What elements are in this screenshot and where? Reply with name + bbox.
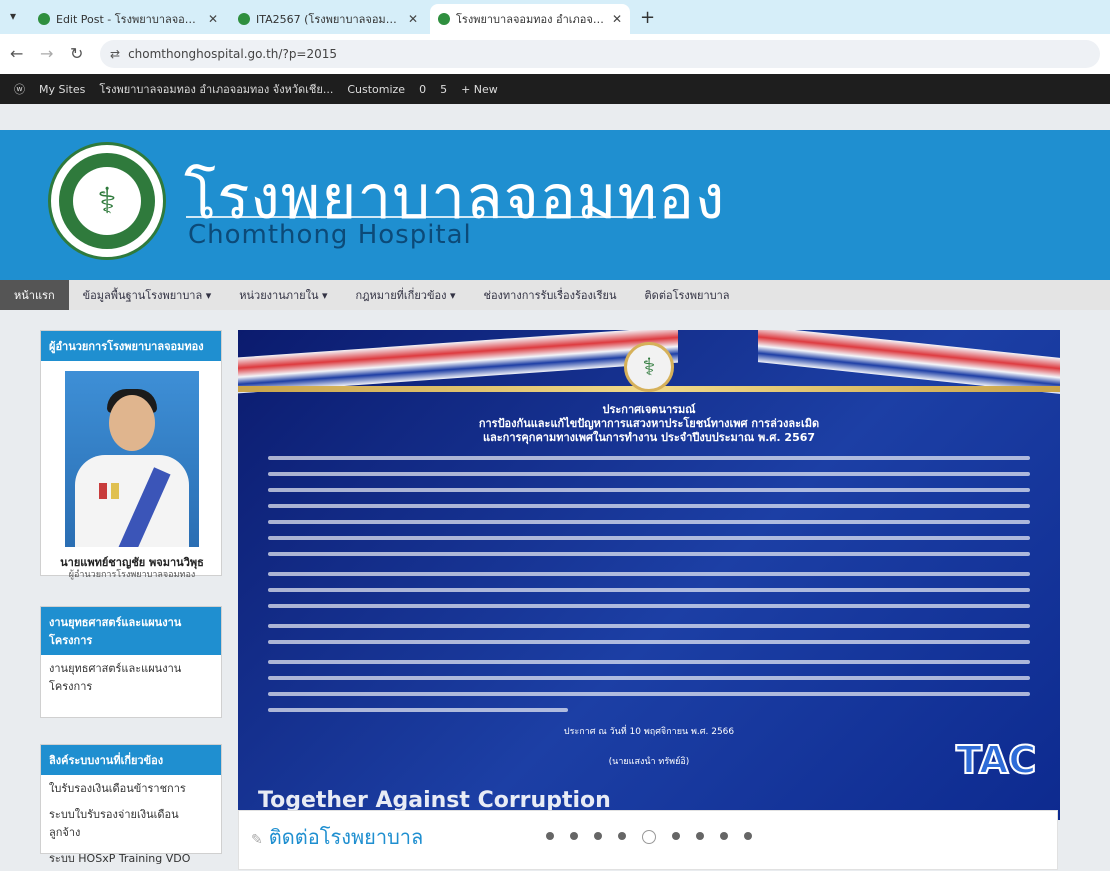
carousel-dot[interactable] [618, 832, 626, 840]
carousel-dot[interactable] [546, 832, 554, 840]
close-tab-icon[interactable]: ✕ [208, 12, 218, 26]
site-favicon-icon [438, 13, 450, 25]
caduceus-icon: ⚕ [97, 180, 117, 222]
menu-item-internal-units[interactable]: หน่วยงานภายใน ▾ [225, 280, 341, 310]
banner-body-text [268, 520, 1030, 524]
admin-comments-count[interactable]: 0 [419, 83, 426, 96]
browser-tab-active[interactable]: โรงพยาบาลจอมทอง อำเภอจอมทอง... ✕ [430, 4, 630, 34]
reload-icon[interactable]: ↻ [70, 44, 83, 63]
carousel-dot[interactable] [672, 832, 680, 840]
carousel-dot[interactable] [570, 832, 578, 840]
announcement-banner-slide[interactable]: ⚕ ประกาศเจตนารมณ์ การป้องกันและแก้ไขปัญห… [238, 330, 1060, 820]
banner-body-text [268, 660, 1030, 664]
banner-body-text [268, 456, 1030, 460]
menu-item-laws[interactable]: กฎหมายที่เกี่ยวข้อง ▾ [342, 280, 470, 310]
tab-title: Edit Post - โรงพยาบาลจอมทอง อำ... [56, 13, 202, 26]
carousel-dot[interactable] [696, 832, 704, 840]
sidebar-link[interactable]: ระบบ HOSxP Training VDO [41, 845, 221, 871]
plan-widget: งานยุทธศาสตร์และแผนงานโครงการ งานยุทธศาส… [40, 606, 222, 718]
director-role: ผู้อำนวยการโรงพยาบาลจอมทอง [68, 570, 196, 580]
tab-title: ITA2567 (โรงพยาบาลจอมทอง อำ... [256, 13, 402, 26]
banner-date: ประกาศ ณ วันที่ 10 พฤศจิกายน พ.ศ. 2566 [563, 727, 735, 737]
tac-logo: TAC [955, 737, 1037, 783]
banner-body-text [268, 488, 1030, 492]
flag-ribbon-right [758, 330, 1060, 394]
browser-tab[interactable]: Edit Post - โรงพยาบาลจอมทอง อำ... ✕ [30, 4, 226, 34]
banner-body-text [268, 552, 1030, 556]
site-favicon-icon [238, 13, 250, 25]
ministry-seal-logo[interactable]: ⚕ [48, 142, 166, 260]
sidebar-link[interactable]: ใบรับรองเงินเดือนข้าราชการ [41, 775, 221, 801]
wp-admin-bar: ⓦ My Sites โรงพยาบาลจอมทอง อำเภอจอมทอง จ… [0, 74, 1110, 104]
admin-updates-count[interactable]: 5 [440, 83, 447, 96]
page-spacer [0, 104, 1110, 130]
banner-body-text [268, 692, 1030, 696]
admin-new[interactable]: + New [461, 83, 498, 96]
close-tab-icon[interactable]: ✕ [408, 12, 418, 26]
menu-item-basic-info[interactable]: ข้อมูลพื้นฐานโรงพยาบาล ▾ [69, 280, 226, 310]
close-tab-icon[interactable]: ✕ [612, 12, 622, 26]
banner-body-text [268, 572, 1030, 576]
wordpress-logo-icon[interactable]: ⓦ [14, 81, 25, 97]
main-menu: หน้าแรก ข้อมูลพื้นฐานโรงพยาบาล ▾ หน่วยงา… [0, 280, 1110, 311]
banner-body-text [268, 624, 1030, 628]
site-info-icon[interactable]: ⇄ [110, 47, 120, 61]
widget-heading: ลิงค์ระบบงานที่เกี่ยวข้อง [41, 745, 221, 775]
carousel-dot[interactable] [744, 832, 752, 840]
admin-my-sites[interactable]: My Sites [39, 83, 85, 96]
carousel-dot[interactable] [720, 832, 728, 840]
banner-body-text [268, 604, 1030, 608]
banner-body-text [268, 504, 1030, 508]
widget-heading: ผู้อำนวยการโรงพยาบาลจอมทอง [41, 331, 221, 361]
url-text: chomthonghospital.go.th/?p=2015 [128, 47, 338, 61]
page-content: ผู้อำนวยการโรงพยาบาลจอมทอง นายแพทย์ชาญชั… [0, 310, 1110, 870]
banner-body-text [268, 472, 1030, 476]
banner-body-text [268, 588, 1030, 592]
forward-arrow-icon[interactable]: → [40, 44, 53, 63]
carousel-dot[interactable] [594, 832, 602, 840]
tab-title: โรงพยาบาลจอมทอง อำเภอจอมทอง... [456, 13, 606, 26]
banner-body-text [268, 536, 1030, 540]
browser-tab-bar: ▾ Edit Post - โรงพยาบาลจอมทอง อำ... ✕ IT… [0, 0, 1110, 34]
address-bar-row: ← → ↻ ⇄ chomthonghospital.go.th/?p=2015 [0, 34, 1110, 75]
banner-body-text [268, 676, 1030, 680]
back-arrow-icon[interactable]: ← [10, 44, 23, 63]
url-field[interactable]: ⇄ chomthonghospital.go.th/?p=2015 [100, 40, 1100, 68]
links-widget: ลิงค์ระบบงานที่เกี่ยวข้อง ใบรับรองเงินเด… [40, 744, 222, 865]
title-divider [186, 216, 656, 218]
site-favicon-icon [38, 13, 50, 25]
browser-tab[interactable]: ITA2567 (โรงพยาบาลจอมทอง อำ... ✕ [230, 4, 426, 34]
sidebar-link[interactable]: ระบบใบรับรองจ่ายเงินเดือน ลูกจ้าง [41, 801, 221, 845]
sidebar-link[interactable]: งานยุทธศาสตร์และแผนงาน โครงการ [41, 655, 221, 699]
banner-body-text [268, 640, 1030, 644]
flag-ribbon-left [238, 330, 678, 394]
banner-signer: (นายแสงนำ ทรัพย์อิ) [608, 757, 690, 767]
tab-list-chevron-icon[interactable]: ▾ [10, 9, 16, 23]
director-widget: ผู้อำนวยการโรงพยาบาลจอมทอง นายแพทย์ชาญชั… [40, 330, 222, 580]
admin-site-name[interactable]: โรงพยาบาลจอมทอง อำเภอจอมทอง จังหวัดเชีย.… [99, 80, 333, 98]
menu-item-home[interactable]: หน้าแรก [0, 280, 69, 310]
site-title-english: Chomthong Hospital [188, 220, 472, 250]
carousel-dot-active[interactable] [642, 830, 656, 844]
widget-heading: งานยุทธศาสตร์และแผนงานโครงการ [41, 607, 221, 655]
banner-body-text [268, 708, 568, 712]
new-tab-icon[interactable]: + [640, 7, 655, 28]
site-header: ⚕ โรงพยาบาลจอมทอง Chomthong Hospital [0, 130, 1110, 280]
menu-item-contact[interactable]: ติดต่อโรงพยาบาล [631, 280, 744, 310]
menu-item-complaints[interactable]: ช่องทางการรับเรื่องร้องเรียน [469, 280, 630, 310]
admin-customize[interactable]: Customize [347, 83, 405, 96]
director-portrait [65, 371, 199, 547]
ministry-seal-icon: ⚕ [624, 342, 674, 392]
carousel-indicators [238, 830, 1060, 844]
banner-subtitle: และการคุกคามทางเพศในการทำงาน ประจำปีงบปร… [482, 431, 816, 444]
